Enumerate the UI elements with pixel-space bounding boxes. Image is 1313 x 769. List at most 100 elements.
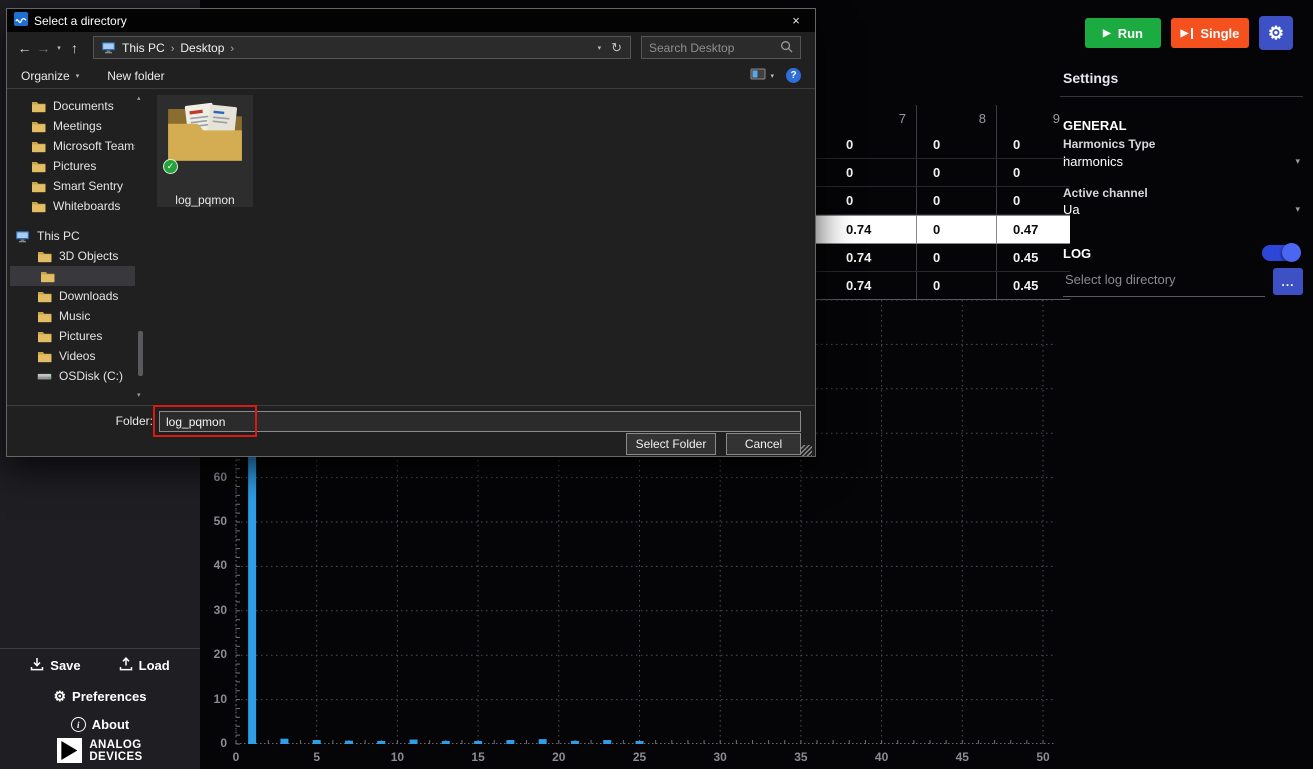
settings-gear-button[interactable]: ⚙ — [1259, 16, 1293, 50]
tree-item-desktop[interactable]: Desktop — [10, 266, 135, 286]
forward-icon[interactable]: → — [34, 40, 53, 56]
tree-item-videos[interactable]: Videos — [7, 346, 135, 366]
file-item-log-pqmon[interactable]: ✓log_pqmon — [157, 95, 253, 207]
scroll-down-icon[interactable]: ▾ — [137, 391, 141, 399]
dialog-navbar: ← → ▾ ↑ This PC›Desktop› ▾ ↻ Search Desk… — [7, 32, 815, 63]
history-chevron-icon[interactable]: ▾ — [53, 44, 65, 52]
save-label: Save — [50, 658, 80, 673]
preferences-button[interactable]: ⚙ Preferences — [53, 688, 146, 705]
table-row[interactable]: 000 — [816, 131, 1070, 159]
browse-log-directory-button[interactable]: ... — [1273, 268, 1303, 295]
y-axis-tick-label: 30 — [193, 603, 227, 617]
folder-icon — [31, 100, 47, 113]
tree-item-pictures[interactable]: Pictures — [7, 156, 135, 176]
table-cell: 0 — [916, 272, 996, 299]
x-axis-tick-label: 40 — [867, 750, 897, 764]
folder-icon — [37, 350, 53, 363]
x-axis-tick-label: 45 — [947, 750, 977, 764]
breadcrumb-item[interactable]: This PC — [122, 41, 165, 55]
settings-title: Settings — [1063, 70, 1118, 86]
x-axis-tick-label: 0 — [221, 750, 251, 764]
resize-grip[interactable] — [801, 445, 812, 456]
organize-menu[interactable]: Organize ▾ — [21, 69, 79, 83]
table-header-row: 789 — [816, 105, 1070, 131]
table-cell: 0.74 — [816, 216, 916, 243]
folder-icon — [37, 330, 53, 343]
back-icon[interactable]: ← — [15, 40, 34, 56]
table-row[interactable]: 0.7400.45 — [816, 272, 1070, 300]
scrollbar-thumb[interactable] — [138, 331, 143, 376]
tree-item-pictures[interactable]: Pictures — [7, 326, 135, 346]
close-icon[interactable]: × — [777, 9, 815, 32]
single-button[interactable]: ▶ Single — [1171, 18, 1249, 48]
gear-icon: ⚙ — [1268, 23, 1284, 44]
tree-item-documents[interactable]: Documents — [7, 96, 135, 116]
folder-icon — [31, 140, 47, 153]
harmonics-table: 7890000000000.7400.470.7400.450.7400.45 — [816, 105, 1070, 300]
adi-triangle-icon — [57, 738, 82, 763]
about-label: About — [92, 717, 130, 732]
logo-line2: DEVICES — [89, 751, 142, 763]
address-bar[interactable]: This PC›Desktop› ▾ ↻ — [93, 36, 631, 59]
tree-item-whiteboards[interactable]: Whiteboards — [7, 196, 135, 216]
about-button[interactable]: i About — [71, 717, 130, 732]
table-header-cell: 7 — [816, 105, 916, 131]
dialog-titlebar[interactable]: Select a directory × — [7, 9, 815, 32]
gear-icon: ⚙ — [53, 688, 66, 705]
active-channel-select[interactable]: Ua ▾ — [1063, 202, 1300, 217]
address-dropdown-icon[interactable]: ▾ — [598, 44, 602, 52]
tree-item-3d-objects[interactable]: 3D Objects — [7, 246, 135, 266]
breadcrumb-item[interactable]: Desktop — [180, 41, 224, 55]
table-row[interactable]: 0.7400.45 — [816, 244, 1070, 272]
tree-item-label: Meetings — [53, 119, 102, 133]
folder-icon — [31, 160, 47, 173]
tree-item-label: Videos — [59, 349, 95, 363]
harmonic-bar — [345, 741, 353, 744]
dialog-body: Documents Meetings Microsoft Teams Pictures… — [7, 90, 815, 405]
tree-scrollbar[interactable]: ▴ ▾ — [135, 90, 146, 405]
select-folder-button[interactable]: Select Folder — [626, 433, 716, 455]
table-row[interactable]: 000 — [816, 187, 1070, 215]
chevron-down-icon: ▾ — [1295, 204, 1300, 215]
refresh-icon[interactable]: ↻ — [611, 40, 622, 56]
tree-item-meetings[interactable]: Meetings — [7, 116, 135, 136]
table-cell: 0.74 — [816, 244, 916, 271]
tree-item-microsoft-teams[interactable]: Microsoft Teams — [7, 136, 135, 156]
harmonic-bar — [539, 739, 547, 744]
load-button[interactable]: Load — [119, 657, 170, 674]
table-cell: 0 — [916, 216, 996, 243]
table-row[interactable]: 0.7400.47 — [816, 215, 1070, 244]
tree-item-downloads[interactable]: Downloads — [7, 286, 135, 306]
tree-item-smart-sentry[interactable]: Smart Sentry — [7, 176, 135, 196]
new-folder-button[interactable]: New folder — [107, 69, 164, 83]
search-box[interactable]: Search Desktop — [641, 36, 801, 59]
log-toggle[interactable] — [1262, 245, 1300, 261]
table-row[interactable]: 000 — [816, 159, 1070, 187]
tree-item-music[interactable]: Music — [7, 306, 135, 326]
folder-tree: Documents Meetings Microsoft Teams Pictures… — [7, 90, 135, 405]
up-icon[interactable]: ↑ — [65, 40, 84, 56]
table-cell: 0.47 — [996, 216, 1070, 243]
tree-item-osdisk-c[interactable]: OSDisk (C:) — [7, 366, 135, 386]
cancel-button[interactable]: Cancel — [726, 433, 801, 455]
harmonic-bar — [410, 740, 418, 744]
logo-line1: ANALOG — [89, 739, 142, 751]
save-button[interactable]: Save — [30, 657, 80, 674]
y-axis-tick-label: 40 — [193, 558, 227, 572]
run-controls: ▶ Run ▶ Single ⚙ — [1085, 18, 1293, 50]
tree-item-label: Microsoft Teams — [53, 139, 135, 153]
folder-name-input[interactable]: log_pqmon — [159, 411, 801, 432]
log-directory-input[interactable]: Select log directory — [1063, 268, 1265, 297]
scroll-up-icon[interactable]: ▴ — [137, 94, 141, 102]
harmonic-bar — [636, 741, 644, 744]
run-button[interactable]: ▶ Run — [1085, 18, 1161, 48]
view-options-button[interactable]: ▾ — [750, 67, 774, 84]
help-icon[interactable]: ? — [786, 68, 801, 83]
chevron-down-icon: ▾ — [770, 72, 774, 80]
harmonic-bar — [571, 741, 579, 744]
tree-item-label: Pictures — [59, 329, 102, 343]
harmonics-type-select[interactable]: harmonics ▾ — [1063, 154, 1300, 169]
tree-item-this-pc[interactable]: This PC — [7, 226, 135, 246]
load-label: Load — [139, 658, 170, 673]
preferences-label: Preferences — [72, 689, 146, 704]
